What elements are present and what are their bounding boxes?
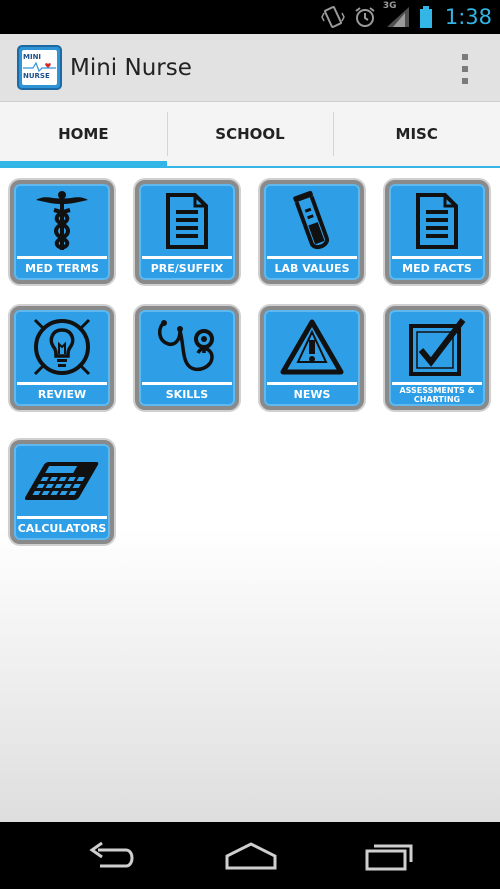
tile-label: REVIEW [37,388,87,401]
tile-separator [17,516,107,519]
tile-separator [392,382,482,385]
tile-pre-suffix[interactable]: PRE/SUFFIX [135,180,239,284]
battery-icon [419,5,433,29]
alarm-icon [353,5,377,29]
logo-text-mini: MINI [23,53,42,61]
app-title: Mini Nurse [70,54,192,81]
tab-misc-label: MISC [395,125,438,143]
tile-label: MED FACTS [402,262,472,275]
system-nav-bar [0,822,500,889]
warning-icon [264,314,360,380]
tile-separator [17,382,107,385]
tile-separator [17,256,107,259]
tile-separator [267,256,357,259]
home-icon[interactable] [224,840,278,876]
overflow-menu-icon[interactable] [460,54,470,84]
tile-news[interactable]: NEWS [260,306,364,410]
signal-icon: 3G [383,1,411,29]
recent-apps-icon[interactable] [364,840,416,876]
document-icon [139,188,235,254]
tile-label: MED TERMS [25,262,99,275]
tile-separator [142,256,232,259]
vibrate-icon [320,5,345,29]
document-icon [389,188,485,254]
calculator-icon [14,448,110,514]
network-type-label: 3G [382,1,397,11]
tab-bar: HOME SCHOOL MISC [0,102,500,168]
tile-label: ASSESSMENTS & CHARTING [399,386,475,404]
tab-school-label: SCHOOL [215,125,285,143]
tile-separator [267,382,357,385]
test-tube-icon [264,188,360,254]
action-bar: MINI NURSE Mini Nurse [0,34,500,102]
tile-med-terms[interactable]: MED TERMS [10,180,114,284]
checkbox-icon [389,314,485,380]
tile-label: LAB VALUES [274,262,350,275]
tile-separator [142,382,232,385]
tile-assessments-charting[interactable]: ASSESSMENTS & CHARTING [385,306,489,410]
tile-label: SKILLS [165,388,209,401]
app-logo[interactable]: MINI NURSE [17,45,62,90]
home-content: MED TERMS PRE/SUFFIX LAB VALUES MED FACT… [0,168,500,822]
tab-misc[interactable]: MISC [333,102,500,166]
status-bar: 3G 1:38 [0,0,500,34]
tab-school[interactable]: SCHOOL [166,102,334,166]
tile-label: PRE/SUFFIX [150,262,224,275]
tile-skills[interactable]: SKILLS [135,306,239,410]
heartbeat-icon [23,62,56,72]
tab-home[interactable]: HOME [0,102,167,168]
status-time: 1:38 [444,5,492,29]
logo-text-nurse: NURSE [23,72,50,80]
back-icon[interactable] [86,840,136,876]
caduceus-icon [14,188,110,254]
tab-home-label: HOME [58,125,109,143]
tile-calculators[interactable]: CALCULATORS [10,440,114,544]
tile-separator [392,256,482,259]
stethoscope-icon [139,314,235,380]
tile-med-facts[interactable]: MED FACTS [385,180,489,284]
tile-label: NEWS [293,388,331,401]
lightbulb-icon [14,314,110,380]
tile-label: CALCULATORS [17,522,107,535]
tile-review[interactable]: REVIEW [10,306,114,410]
tile-lab-values[interactable]: LAB VALUES [260,180,364,284]
